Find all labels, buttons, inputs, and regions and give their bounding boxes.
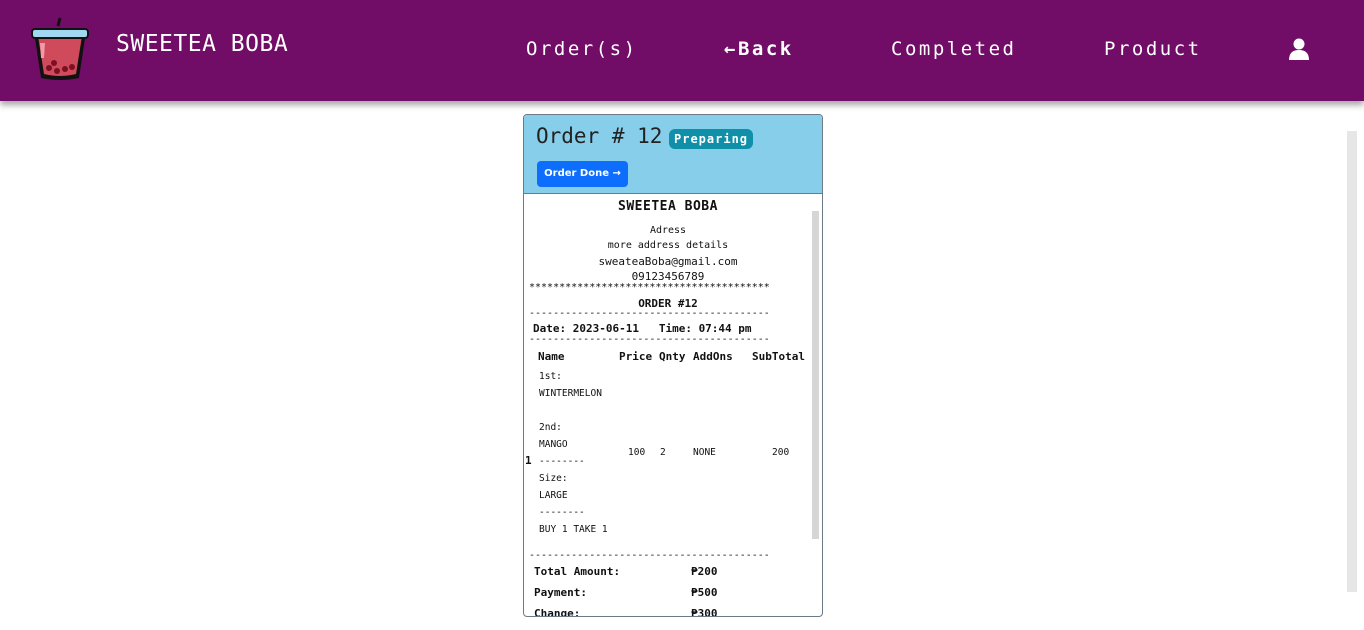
total-amount-value: ₱200 [691, 565, 718, 578]
item-price: 100 [628, 447, 646, 458]
item-line: Size: [539, 473, 568, 484]
change-label: Change: [534, 607, 581, 617]
navbar: SWEETEA BOBA Order(s) ←Back Completed Pr… [0, 0, 1364, 101]
item-line: WINTERMELON [539, 388, 602, 399]
receipt: SWEETEA BOBA Adress more address details… [524, 195, 822, 617]
column-header-price: Price [619, 350, 653, 363]
receipt-scrollbar[interactable] [812, 211, 819, 539]
item-subtotal: 200 [772, 447, 790, 458]
item-index: 1 [525, 454, 532, 467]
payment-value: ₱500 [691, 586, 718, 599]
change-value: ₱300 [691, 607, 718, 617]
receipt-address-details: more address details [607, 240, 729, 251]
item-line: 2nd: [539, 422, 562, 433]
receipt-stars-divider: **************************************** [529, 282, 770, 293]
item-line: MANGO [539, 439, 568, 450]
item-qnty: 2 [660, 447, 666, 458]
nav-product-link[interactable]: Product [1104, 38, 1202, 60]
column-header-qnty: Qnty [659, 350, 686, 363]
receipt-divider: ---------------------------------------- [529, 334, 770, 345]
order-title: Order # 12 [536, 124, 663, 148]
item-line: BUY 1 TAKE 1 [539, 524, 608, 535]
order-card-header: Order # 12 Preparing Order Done → [524, 115, 822, 194]
column-header-name: Name [538, 350, 565, 363]
payment-label: Payment: [534, 586, 587, 599]
total-amount-label: Total Amount: [534, 565, 621, 578]
nav-orders-link[interactable]: Order(s) [526, 38, 638, 60]
column-header-addons: AddOns [693, 350, 733, 363]
receipt-shop-name: SWEETEA BOBA [618, 199, 718, 214]
column-header-subtotal: SubTotal [752, 350, 805, 363]
order-card: Order # 12 Preparing Order Done → SWEETE… [523, 114, 823, 617]
nav-completed-link[interactable]: Completed [891, 38, 1016, 60]
item-line: 1st: [539, 371, 562, 382]
item-addons: NONE [693, 447, 716, 458]
boba-cup-logo-icon[interactable] [27, 16, 93, 84]
order-done-button[interactable]: Order Done → [537, 161, 628, 187]
item-line: -------- [539, 456, 585, 467]
brand-name[interactable]: SWEETEA BOBA [116, 31, 288, 57]
page-scrollbar[interactable] [1347, 131, 1357, 592]
status-badge: Preparing [669, 129, 754, 149]
item-line: LARGE [539, 490, 568, 501]
receipt-email: sweateaBoba@gmail.com [598, 255, 738, 268]
receipt-divider: ---------------------------------------- [529, 308, 770, 319]
item-line: -------- [539, 507, 585, 518]
receipt-address: Adress [649, 225, 687, 236]
nav-back-link[interactable]: ←Back [724, 38, 794, 60]
user-icon[interactable] [1288, 38, 1310, 60]
receipt-divider: ---------------------------------------- [529, 550, 770, 561]
